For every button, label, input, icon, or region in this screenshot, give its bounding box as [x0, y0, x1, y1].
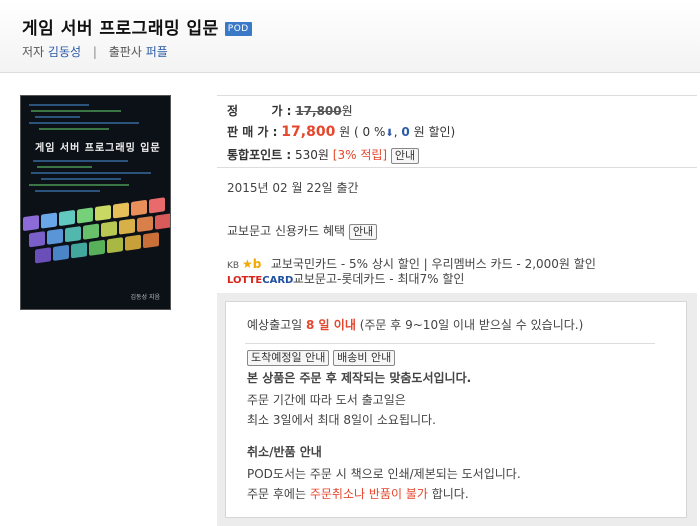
cancel-heading: 취소/반품 안내: [247, 445, 322, 459]
list-price-label: 정 가 :: [227, 104, 292, 118]
sale-price-row: 판 매 가 : 17,800 원 ( 0 %⬇, 0 원 할인): [227, 123, 455, 140]
expected-ship-row: 예상출고일 8 일 이내 (주문 후 9~10일 이내 받으실 수 있습니다.): [247, 316, 583, 333]
product-header: 게임 서버 프로그래밍 입문 POD 저자 김동성 | 출판사 퍼플: [0, 0, 700, 73]
points-rate: [3% 적립]: [332, 148, 388, 162]
price-box: 정 가 : 17,800원 판 매 가 : 17,800 원 ( 0 %⬇, 0…: [217, 95, 697, 168]
card-discount-item: LOTTECARD 교보문고-롯데카드 - 최대7% 할인: [227, 270, 596, 286]
shipping-fee-button[interactable]: 배송비 안내: [333, 350, 396, 366]
points-label: 통합포인트 :: [227, 148, 292, 162]
publisher-label: 출판사: [108, 45, 142, 59]
pod-notice-line: 주문 기간에 따라 도서 출고일은: [247, 393, 406, 407]
expected-ship-note: (주문 후 9~10일 이내 받으실 수 있습니다.): [359, 318, 584, 332]
discount-separator: ,: [393, 125, 398, 139]
discount-amount: 0: [401, 125, 410, 139]
points-info-button[interactable]: 안내: [390, 148, 420, 164]
cancel-warning: 주문취소나 반품이 불가: [309, 487, 428, 501]
card-discount-list: KB ★b 교보국민카드 - 5% 상시 할인 | 우리멤버스 카드 - 2,0…: [227, 255, 596, 286]
product-meta: 저자 김동성 | 출판사 퍼플: [22, 43, 168, 60]
list-price-row: 정 가 : 17,800원: [227, 102, 353, 119]
expected-ship-label: 예상출고일: [247, 318, 303, 332]
product-title-text: 게임 서버 프로그래밍 입문: [22, 19, 219, 39]
pod-badge: POD: [224, 22, 252, 36]
publisher-link[interactable]: 퍼플: [146, 45, 168, 59]
card-benefit-row: 교보문고 신용카드 혜택 안내: [227, 222, 378, 240]
book-cover-image[interactable]: 게임 서버 프로그래밍 입문 김동성 지음: [20, 95, 171, 310]
release-date: 2015년 02 월 22일 출간: [227, 181, 359, 195]
card-discount-item: KB ★b 교보국민카드 - 5% 상시 할인 | 우리멤버스 카드 - 2,0…: [227, 255, 596, 271]
cancel-line: 주문 후에는 주문취소나 반품이 불가 합니다.: [247, 487, 469, 501]
points-row: 통합포인트 : 530원 [3% 적립] 안내: [227, 146, 420, 164]
expected-ship-days: 8 일 이내: [306, 318, 356, 332]
shipping-panel: 예상출고일 8 일 이내 (주문 후 9~10일 이내 받으실 수 있습니다.)…: [217, 293, 697, 526]
discount-close: 원 할인): [413, 125, 456, 139]
sale-price-value: 17,800: [281, 124, 336, 140]
cover-author-tag: 김동성 지음: [130, 294, 160, 301]
sale-price-label: 판 매 가 :: [227, 125, 278, 139]
author-label: 저자: [22, 45, 45, 59]
author-link[interactable]: 김동성: [48, 45, 81, 59]
discount-rate: ( 0 %: [354, 125, 386, 139]
shipping-buttons: 도착예정일 안내 배송비 안내: [247, 350, 396, 366]
points-value: 530원: [295, 148, 329, 162]
card-discount-text: 교보국민카드 - 5% 상시 할인 | 우리멤버스 카드 - 2,000원 할인: [270, 257, 596, 271]
sale-price-unit: 원: [339, 125, 351, 139]
shipping-box: 예상출고일 8 일 이내 (주문 후 9~10일 이내 받으실 수 있습니다.)…: [225, 301, 687, 518]
card-benefit-info-button[interactable]: 안내: [348, 224, 378, 240]
discount-down-icon: ⬇: [385, 128, 394, 139]
card-discount-text: 교보문고-롯데카드 - 최대7% 할인: [292, 272, 465, 286]
meta-separator: |: [92, 45, 97, 59]
arrival-info-button[interactable]: 도착예정일 안내: [247, 350, 330, 366]
lotte-card-logo: LOTTECARD: [227, 275, 294, 286]
pod-notice-heading: 본 상품은 주문 후 제작되는 맞춤도서입니다.: [247, 371, 472, 385]
shipping-divider: [245, 343, 655, 344]
product-title: 게임 서버 프로그래밍 입문 POD: [22, 14, 252, 39]
cover-title: 게임 서버 프로그래밍 입문: [35, 143, 161, 154]
card-benefit-label: 교보문고 신용카드 혜택: [227, 224, 346, 238]
kb-card-logo: KB ★b: [227, 257, 262, 271]
list-price-value: 17,800: [295, 104, 342, 118]
pod-notice-line: 최소 3일에서 최대 8일이 소요됩니다.: [247, 413, 436, 427]
list-price-unit: 원: [341, 104, 353, 118]
cancel-line: POD도서는 주문 시 책으로 인쇄/제본되는 도서입니다.: [247, 467, 521, 481]
